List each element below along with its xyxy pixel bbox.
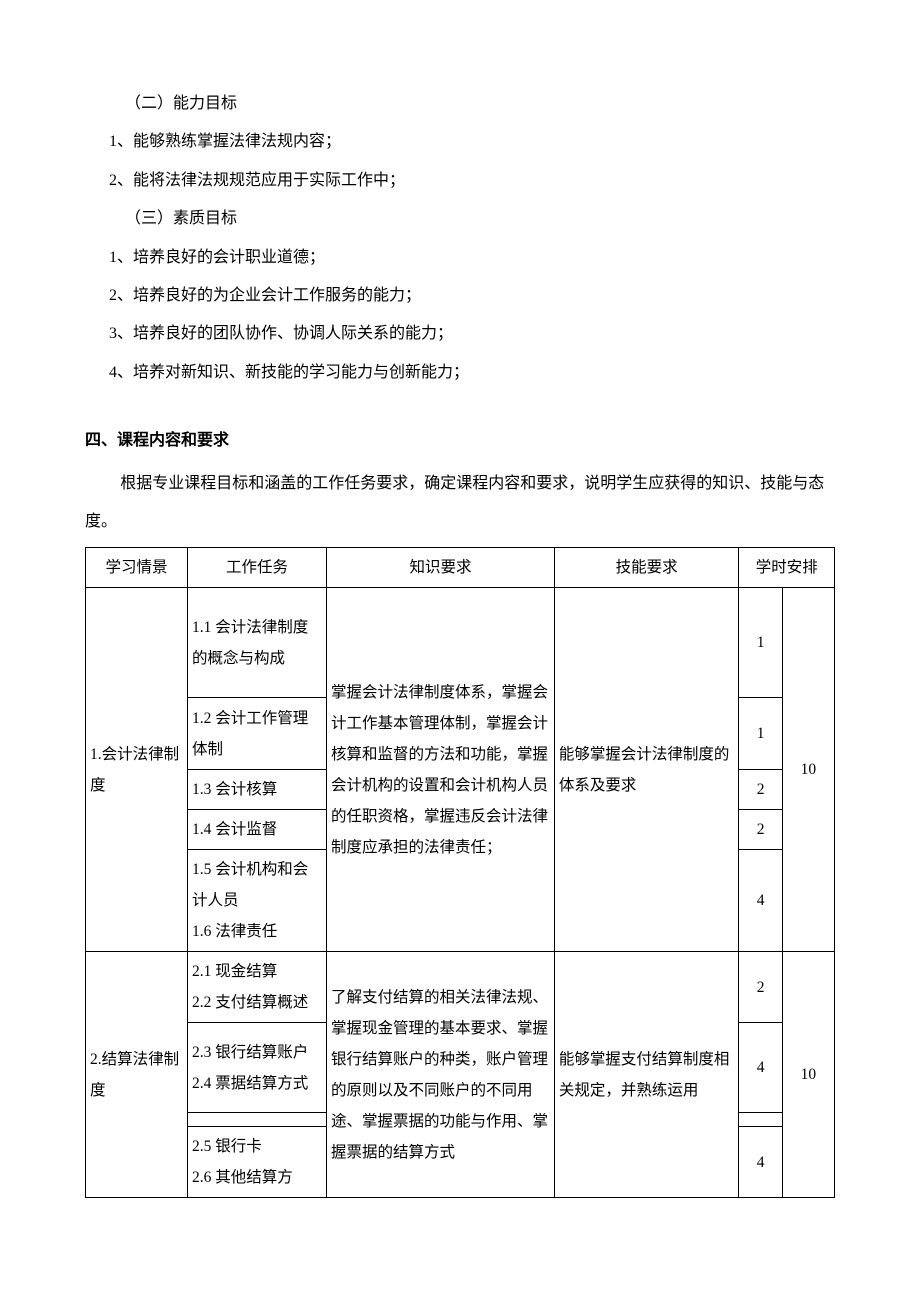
task-2-1: 2.1 现金结算 2.2 支付结算概述	[188, 952, 327, 1023]
total-1: 10	[782, 588, 834, 952]
th-skill: 技能要求	[554, 548, 739, 588]
ability-goal-heading: （二）能力目标	[85, 85, 835, 123]
task-1-4: 1.4 会计监督	[188, 810, 327, 850]
situation-2: 2.结算法律制度	[86, 952, 188, 1198]
knowledge-1: 掌握会计法律制度体系，掌握会计工作基本管理体制，掌握会计核算和监督的方法和功能，…	[326, 588, 554, 952]
quality-goal-item-1: 1、培养良好的会计职业道德；	[85, 239, 835, 277]
th-situation: 学习情景	[86, 548, 188, 588]
skill-1: 能够掌握会计法律制度的体系及要求	[554, 588, 739, 952]
hours-2-3-blank	[739, 1113, 782, 1127]
hours-1-4: 2	[739, 810, 782, 850]
ability-goal-item-1: 1、能够熟练掌握法律法规内容；	[85, 123, 835, 161]
task-1-1: 1.1 会计法律制度的概念与构成	[188, 588, 327, 698]
table-header-row: 学习情景 工作任务 知识要求 技能要求 学时安排	[86, 548, 835, 588]
task-1-5: 1.5 会计机构和会计人员 1.6 法律责任	[188, 850, 327, 952]
quality-goal-item-3: 3、培养良好的团队协作、协调人际关系的能力；	[85, 315, 835, 353]
hours-1-3: 2	[739, 770, 782, 810]
table-row: 1.会计法律制度 1.1 会计法律制度的概念与构成 掌握会计法律制度体系，掌握会…	[86, 588, 835, 698]
course-content-table: 学习情景 工作任务 知识要求 技能要求 学时安排 1.会计法律制度 1.1 会计…	[85, 547, 835, 1198]
task-1-2: 1.2 会计工作管理体制	[188, 698, 327, 770]
task-2-3-blank	[188, 1113, 327, 1127]
skill-2: 能够掌握支付结算制度相关规定，并熟练运用	[554, 952, 739, 1198]
hours-2-4: 4	[739, 1127, 782, 1198]
task-2-2: 2.3 银行结算账户 2.4 票据结算方式	[188, 1023, 327, 1113]
total-2: 10	[782, 952, 834, 1198]
task-2-4: 2.5 银行卡 2.6 其他结算方	[188, 1127, 327, 1198]
section-4-intro: 根据专业课程目标和涵盖的工作任务要求，确定课程内容和要求，说明学生应获得的知识、…	[85, 465, 835, 542]
hours-1-2: 1	[739, 698, 782, 770]
situation-1: 1.会计法律制度	[86, 588, 188, 952]
th-task: 工作任务	[188, 548, 327, 588]
ability-goal-item-2: 2、能将法律法规规范应用于实际工作中；	[85, 162, 835, 200]
knowledge-2: 了解支付结算的相关法律法规、掌握现金管理的基本要求、掌握银行结算账户的种类，账户…	[326, 952, 554, 1198]
section-4-title: 四、课程内容和要求	[85, 422, 835, 460]
th-hours: 学时安排	[739, 548, 835, 588]
task-1-3: 1.3 会计核算	[188, 770, 327, 810]
quality-goal-item-2: 2、培养良好的为企业会计工作服务的能力；	[85, 277, 835, 315]
hours-1-5: 4	[739, 850, 782, 952]
hours-2-2: 4	[739, 1023, 782, 1113]
th-knowledge: 知识要求	[326, 548, 554, 588]
quality-goal-item-4: 4、培养对新知识、新技能的学习能力与创新能力；	[85, 354, 835, 392]
hours-2-1: 2	[739, 952, 782, 1023]
quality-goal-heading: （三）素质目标	[85, 200, 835, 238]
hours-1-1: 1	[739, 588, 782, 698]
table-row: 2.结算法律制度 2.1 现金结算 2.2 支付结算概述 了解支付结算的相关法律…	[86, 952, 835, 1023]
